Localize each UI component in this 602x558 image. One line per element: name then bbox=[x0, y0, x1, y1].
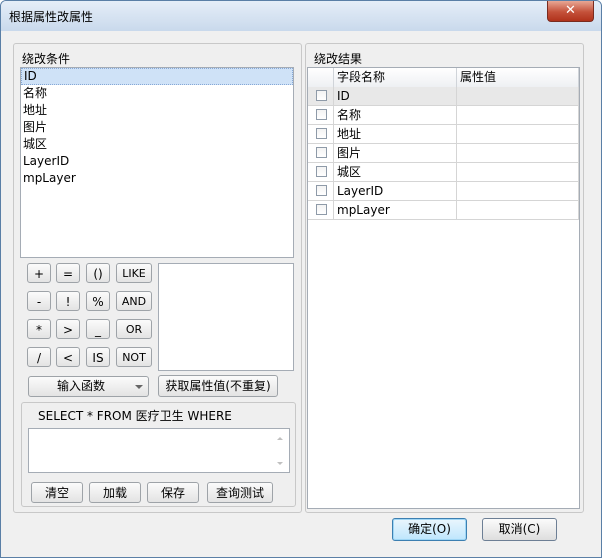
load-button[interactable]: 加载 bbox=[89, 482, 141, 503]
operator-and-button[interactable]: AND bbox=[116, 291, 152, 311]
operator-divide-button[interactable]: / bbox=[27, 347, 51, 367]
operator-not-keyword-button[interactable]: NOT bbox=[116, 347, 152, 367]
row-check-cell bbox=[308, 87, 334, 105]
operator-is-button[interactable]: IS bbox=[86, 347, 110, 367]
grid-header: 字段名称 属性值 bbox=[308, 68, 579, 88]
row-checkbox[interactable] bbox=[316, 128, 327, 139]
clear-button[interactable]: 清空 bbox=[31, 482, 83, 503]
row-checkbox[interactable] bbox=[316, 109, 327, 120]
ok-button[interactable]: 确定(O) bbox=[392, 518, 467, 541]
field-list-item[interactable]: ID bbox=[21, 68, 293, 85]
grid-header-field[interactable]: 字段名称 bbox=[334, 68, 457, 87]
window-title: 根据属性改属性 bbox=[9, 10, 94, 24]
row-value-cell[interactable] bbox=[457, 106, 579, 124]
field-list-item[interactable]: LayerID bbox=[21, 153, 293, 170]
operator-underscore-button[interactable]: _ bbox=[86, 319, 110, 339]
sql-where-input[interactable] bbox=[28, 428, 290, 473]
operator-equals-button[interactable]: = bbox=[56, 263, 80, 283]
save-button[interactable]: 保存 bbox=[147, 482, 199, 503]
cancel-button[interactable]: 取消(C) bbox=[482, 518, 557, 541]
row-field-cell: mpLayer bbox=[334, 201, 457, 219]
operator-parens-button[interactable]: () bbox=[86, 263, 110, 283]
table-row[interactable]: LayerID bbox=[308, 182, 579, 201]
row-field-cell: 图片 bbox=[334, 144, 457, 162]
field-list-item[interactable]: 城区 bbox=[21, 136, 293, 153]
chevron-down-icon bbox=[135, 385, 143, 389]
sql-scrollbar[interactable] bbox=[273, 429, 289, 472]
row-value-cell[interactable] bbox=[457, 144, 579, 162]
operator-percent-button[interactable]: % bbox=[86, 291, 110, 311]
scroll-down-icon bbox=[277, 462, 283, 465]
row-field-cell: LayerID bbox=[334, 182, 457, 200]
sql-prefix-label: SELECT * FROM 医疗卫生 WHERE bbox=[38, 409, 232, 423]
table-row[interactable]: 城区 bbox=[308, 163, 579, 182]
table-row[interactable]: mpLayer bbox=[308, 201, 579, 220]
grid-header-value[interactable]: 属性值 bbox=[457, 68, 579, 87]
grid-header-check bbox=[308, 68, 334, 87]
row-value-cell[interactable] bbox=[457, 87, 579, 105]
row-checkbox[interactable] bbox=[316, 185, 327, 196]
row-value-cell[interactable] bbox=[457, 125, 579, 143]
dialog-window: 根据属性改属性 ✕ 绕改条件 ID 名称 地址 图片 城区 LayerID mp… bbox=[0, 0, 602, 558]
operator-greater-button[interactable]: > bbox=[56, 319, 80, 339]
row-check-cell bbox=[308, 144, 334, 162]
table-row[interactable]: ID bbox=[308, 87, 579, 106]
row-check-cell bbox=[308, 125, 334, 143]
title-bar: 根据属性改属性 ✕ bbox=[1, 1, 601, 31]
field-list-item[interactable]: mpLayer bbox=[21, 170, 293, 187]
function-combo-label: 输入函数 bbox=[56, 379, 105, 393]
function-combo[interactable]: 输入函数 bbox=[28, 376, 149, 397]
row-checkbox[interactable] bbox=[316, 204, 327, 215]
operator-or-button[interactable]: OR bbox=[116, 319, 152, 339]
result-group-title: 绕改结果 bbox=[314, 52, 363, 66]
field-list-item[interactable]: 图片 bbox=[21, 119, 293, 136]
table-row[interactable]: 地址 bbox=[308, 125, 579, 144]
row-check-cell bbox=[308, 163, 334, 181]
result-grid[interactable]: 字段名称 属性值 ID 名称 地址 图片 城区 LayerID mpLayer bbox=[307, 67, 580, 509]
row-value-cell[interactable] bbox=[457, 163, 579, 181]
table-row[interactable]: 图片 bbox=[308, 144, 579, 163]
operator-not-button[interactable]: ! bbox=[56, 291, 80, 311]
row-field-cell: 名称 bbox=[334, 106, 457, 124]
row-check-cell bbox=[308, 201, 334, 219]
table-row[interactable]: 名称 bbox=[308, 106, 579, 125]
row-checkbox[interactable] bbox=[316, 147, 327, 158]
row-checkbox[interactable] bbox=[316, 166, 327, 177]
row-value-cell[interactable] bbox=[457, 201, 579, 219]
get-unique-values-button[interactable]: 获取属性值(不重复) bbox=[158, 375, 278, 397]
condition-group-title: 绕改条件 bbox=[22, 52, 71, 66]
row-check-cell bbox=[308, 182, 334, 200]
query-test-button[interactable]: 查询测试 bbox=[207, 482, 273, 503]
row-value-cell[interactable] bbox=[457, 182, 579, 200]
field-list-item[interactable]: 地址 bbox=[21, 102, 293, 119]
field-listbox[interactable]: ID 名称 地址 图片 城区 LayerID mpLayer bbox=[20, 67, 294, 258]
row-field-cell: 城区 bbox=[334, 163, 457, 181]
row-checkbox[interactable] bbox=[316, 90, 327, 101]
close-button[interactable]: ✕ bbox=[547, 1, 594, 22]
operator-plus-button[interactable]: + bbox=[27, 263, 51, 283]
row-field-cell: 地址 bbox=[334, 125, 457, 143]
unique-values-list[interactable] bbox=[158, 263, 294, 371]
row-field-cell: ID bbox=[334, 87, 457, 105]
operator-minus-button[interactable]: - bbox=[27, 291, 51, 311]
operator-less-button[interactable]: < bbox=[56, 347, 80, 367]
scroll-up-icon bbox=[277, 437, 283, 440]
operator-like-button[interactable]: LIKE bbox=[116, 263, 152, 283]
row-check-cell bbox=[308, 106, 334, 124]
field-list-item[interactable]: 名称 bbox=[21, 85, 293, 102]
operator-multiply-button[interactable]: * bbox=[27, 319, 51, 339]
